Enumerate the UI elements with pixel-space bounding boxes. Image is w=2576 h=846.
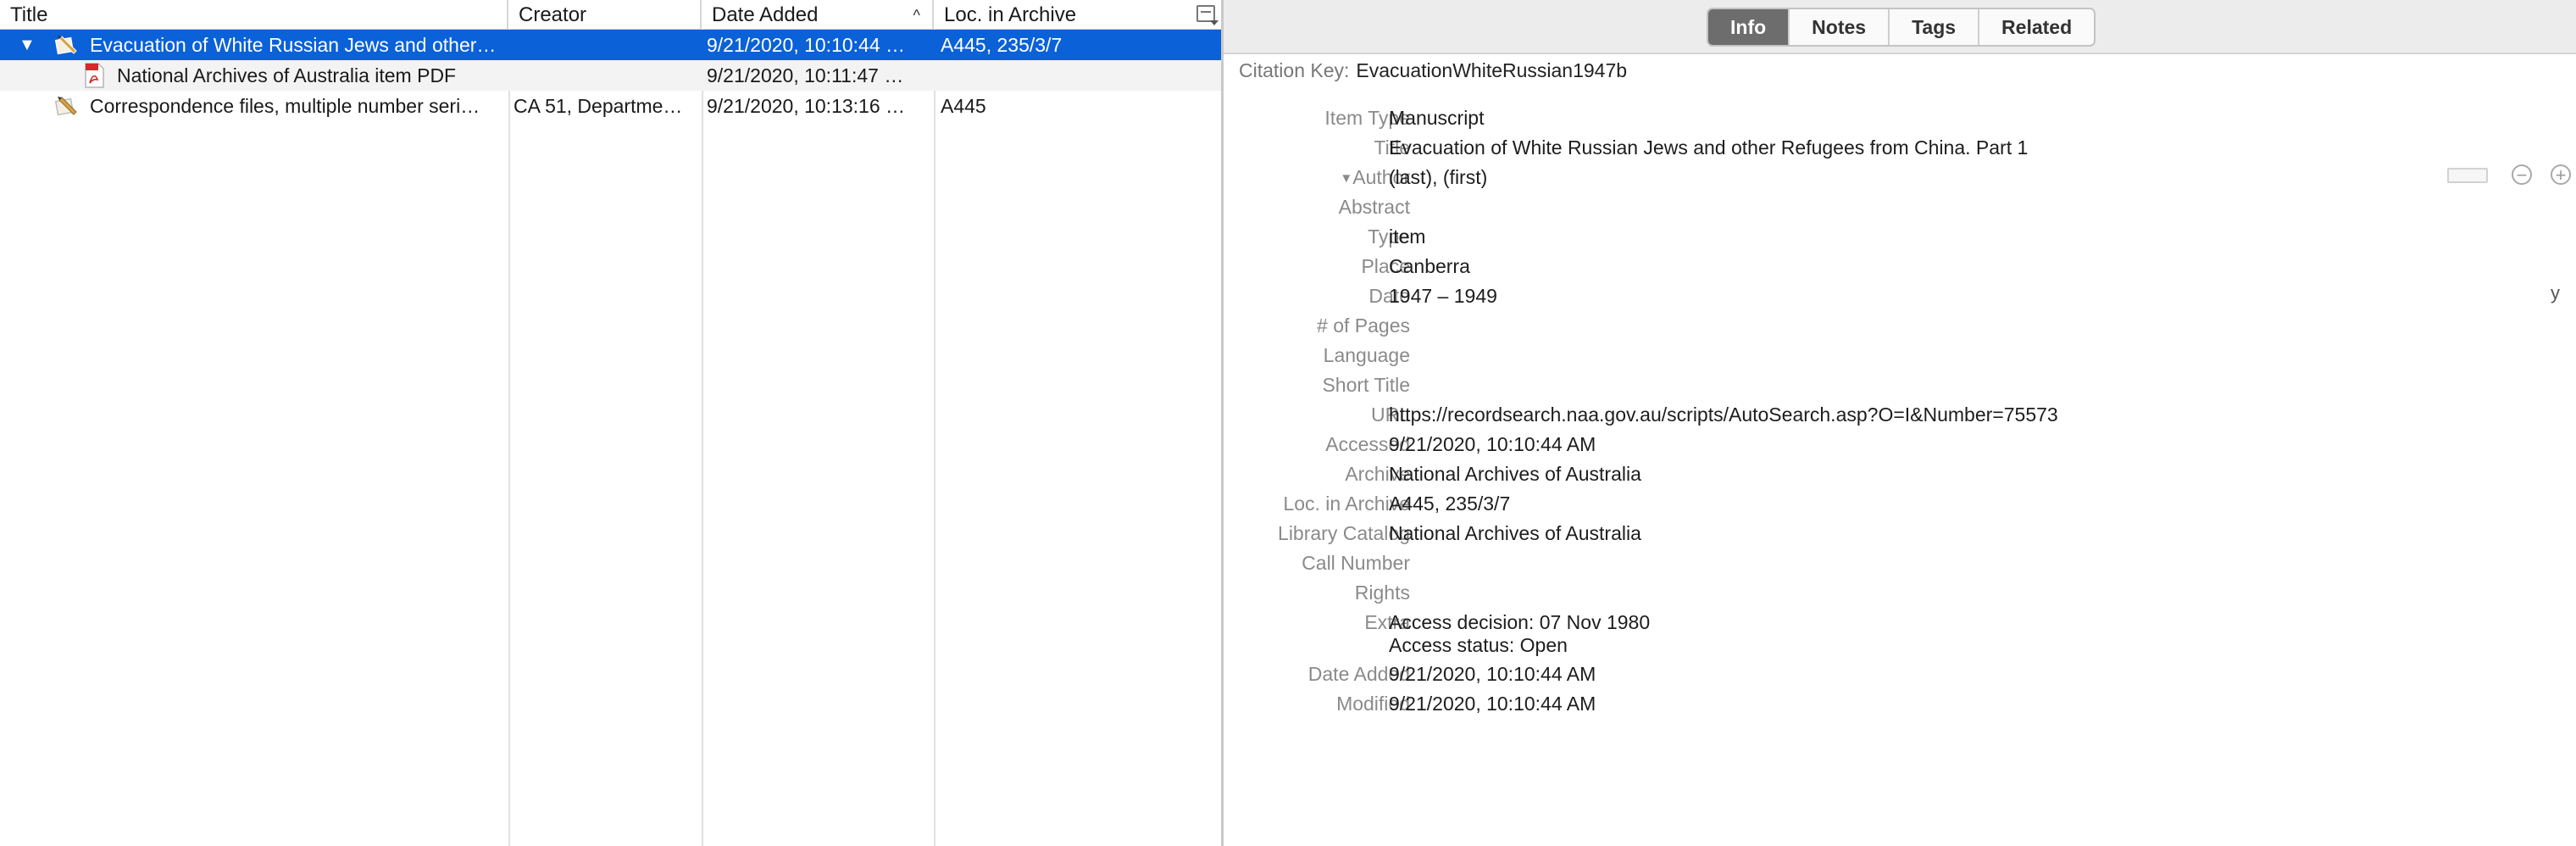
tab-notes[interactable]: Notes [1788, 9, 1888, 45]
date-parse-indicator: y [2551, 282, 2560, 303]
citation-key-value[interactable]: EvacuationWhiteRussian1947b [1356, 59, 1627, 81]
column-title-label: Title [10, 3, 48, 26]
field-language: Language [1224, 341, 2576, 370]
sort-ascending-icon: ^ [913, 7, 920, 24]
items-pane: Title Creator Date Added ^ Loc. in Archiv… [0, 0, 1221, 846]
field-item-type: Item Type Manuscript [1224, 103, 2576, 132]
field-url: URL https://recordsearch.naa.gov.au/scri… [1224, 400, 2576, 429]
archive-value[interactable]: National Archives of Australia [1389, 459, 1641, 488]
pdf-icon [85, 63, 104, 88]
item-date-added: 9/21/2020, 10:13:16 … [707, 95, 906, 117]
field-loc-in-archive: Loc. in Archive A445, 235/3/7 [1224, 489, 2576, 518]
item-title: Evacuation of White Russian Jews and oth… [90, 34, 497, 56]
field-label: Language [1323, 344, 1410, 366]
creator-type-menu-icon[interactable]: ▼ [1340, 171, 1352, 186]
author-value[interactable]: (last), (first) [1389, 163, 1487, 192]
item-title: Correspondence files, multiple number se… [90, 95, 480, 117]
field-author: ▼Author (last), (first) [1224, 163, 2576, 192]
item-title: National Archives of Australia item PDF [117, 64, 457, 86]
modified-value: 9/21/2020, 10:10:44 AM [1389, 693, 1596, 715]
item-type-value[interactable]: Manuscript [1389, 103, 1484, 132]
field-call-number: Call Number [1224, 548, 2576, 577]
field-accessed: Accessed 9/21/2020, 10:10:44 AM [1224, 430, 2576, 459]
field-label: Rights [1354, 582, 1410, 604]
item-date-added: 9/21/2020, 10:11:47 … [707, 64, 904, 86]
loc-in-archive-value[interactable]: A445, 235/3/7 [1389, 489, 1510, 518]
field-type: Type item [1224, 222, 2576, 251]
item-creator [519, 60, 697, 91]
library-catalog-value[interactable]: National Archives of Australia [1389, 519, 1641, 548]
field-abstract: Abstract [1224, 192, 2576, 221]
field-archive: Archive National Archives of Australia [1224, 459, 2576, 488]
item-pane-tabbar: Info Notes Tags Related [1224, 0, 2576, 54]
date-added-value: 9/21/2020, 10:10:44 AM [1389, 663, 1596, 685]
place-value[interactable]: Canberra [1389, 252, 1470, 281]
item-loc-in-archive: A445 [941, 95, 986, 117]
disclosure-triangle-icon[interactable]: ▼ [19, 30, 36, 60]
field-pages: # of Pages [1224, 311, 2576, 340]
date-value[interactable]: 1947 – 1949 [1389, 281, 1497, 310]
column-creator-label: Creator [519, 3, 587, 26]
item-creator [519, 30, 697, 60]
extra-line: Access decision: 07 Nov 1980 [1389, 611, 1651, 633]
title-value[interactable]: Evacuation of White Russian Jews and oth… [1389, 133, 2028, 162]
column-divider [934, 29, 935, 846]
column-header-loc-in-archive[interactable]: Loc. in Archive [934, 0, 1190, 29]
extra-line: Access status: Open [1389, 634, 1568, 656]
field-title: Title Evacuation of White Russian Jews a… [1224, 133, 2576, 162]
item-loc-in-archive [941, 60, 1186, 91]
field-modified: Modified 9/21/2020, 10:10:44 AM [1224, 689, 2576, 718]
attachment-row-pdf[interactable]: National Archives of Australia item PDF … [0, 60, 1221, 91]
column-picker-icon[interactable] [1196, 5, 1219, 25]
item-loc-in-archive: A445, 235/3/7 [941, 34, 1063, 56]
column-loc-label: Loc. in Archive [944, 3, 1077, 26]
item-row-evacuation[interactable]: ▼ Evacuation of White Russian Jews and o… [0, 30, 1221, 60]
field-date-added: Date Added 9/21/2020, 10:10:44 AM [1224, 660, 2576, 688]
item-date-added: 9/21/2020, 10:10:44 … [707, 34, 906, 56]
type-value[interactable]: item [1389, 222, 1425, 251]
item-row-correspondence[interactable]: Correspondence files, multiple number se… [0, 91, 1221, 121]
citation-key: Citation Key: EvacuationWhiteRussian1947b [1239, 59, 1627, 82]
item-creator: CA 51, Departme… [514, 95, 683, 117]
remove-author-icon[interactable]: − [2512, 164, 2532, 185]
zotero-window: Title Creator Date Added ^ Loc. in Archiv… [0, 0, 2576, 846]
field-label: Abstract [1338, 196, 1410, 218]
add-author-icon[interactable]: + [2551, 164, 2571, 185]
column-date-added-label: Date Added [712, 3, 819, 26]
field-library-catalog: Library Catalog National Archives of Aus… [1224, 519, 2576, 548]
author-mode-toggle[interactable] [2447, 168, 2488, 183]
column-divider [702, 29, 703, 846]
column-header-bar: Title Creator Date Added ^ Loc. in Archiv… [0, 0, 1221, 31]
tab-info[interactable]: Info [1708, 9, 1789, 45]
field-rights: Rights [1224, 578, 2576, 607]
url-value[interactable]: https://recordsearch.naa.gov.au/scripts/… [1389, 400, 2058, 429]
field-extra: Extra Access decision: 07 Nov 1980 Acces… [1224, 608, 2576, 659]
field-short-title: Short Title [1224, 370, 2576, 399]
field-date: Date 1947 – 1949 [1224, 281, 2576, 310]
column-divider [508, 29, 510, 846]
tab-related[interactable]: Related [1978, 9, 2094, 45]
column-header-title[interactable]: Title [0, 0, 508, 29]
field-label: Short Title [1322, 374, 1410, 396]
field-label: Call Number [1302, 552, 1410, 574]
accessed-value[interactable]: 9/21/2020, 10:10:44 AM [1389, 430, 1596, 459]
field-label: # of Pages [1317, 314, 1410, 337]
tab-tags[interactable]: Tags [1888, 9, 1978, 45]
manuscript-icon [54, 36, 77, 55]
manuscript-icon [54, 97, 77, 116]
tab-group: Info Notes Tags Related [1707, 8, 2096, 47]
extra-value[interactable]: Access decision: 07 Nov 1980 Access stat… [1389, 611, 1650, 657]
citation-key-label: Citation Key: [1239, 59, 1350, 81]
field-place: Place Canberra [1224, 252, 2576, 281]
item-pane: Info Notes Tags Related Citation Key: Eva… [1224, 0, 2576, 846]
column-header-creator[interactable]: Creator [508, 0, 702, 29]
column-header-date-added[interactable]: Date Added ^ [702, 0, 934, 29]
